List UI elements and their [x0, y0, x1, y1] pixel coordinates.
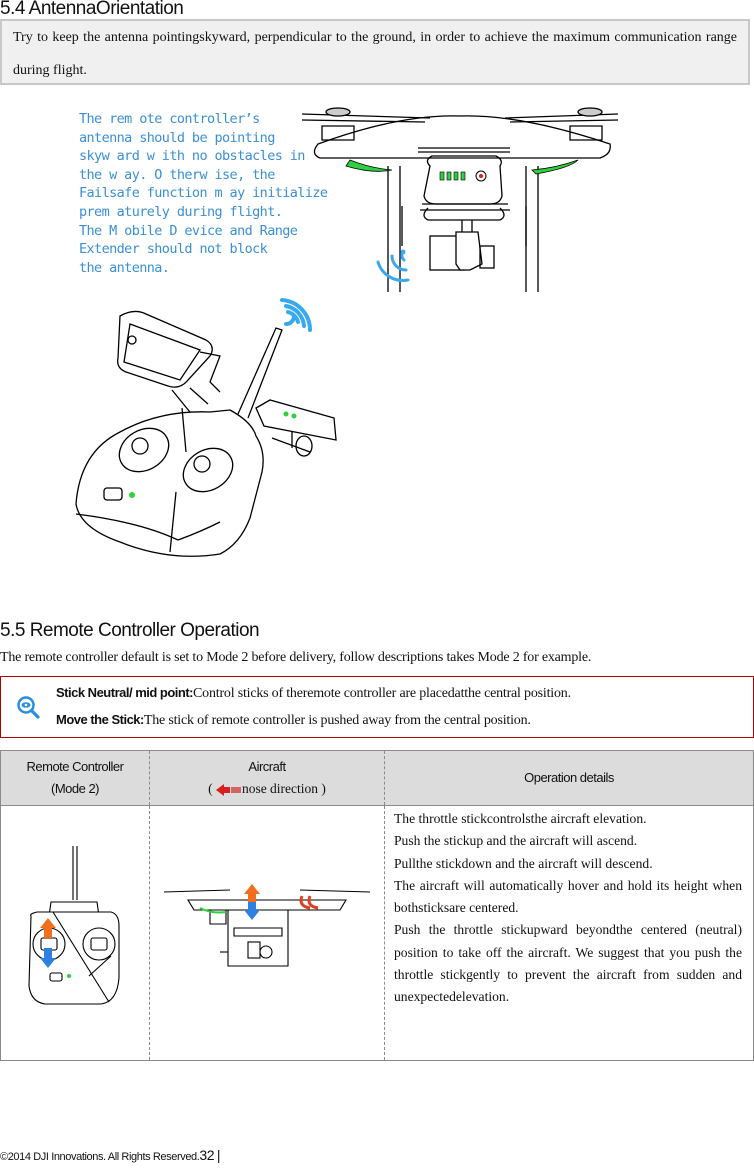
detail-line: The throttle stickcontrolsthe aircraft e…	[394, 811, 647, 826]
detail-line: Pullthe stickdown and the aircraft will …	[394, 855, 653, 871]
section-heading-antenna-orientation: 5.4 AntennaOrientation	[0, 0, 184, 19]
caption-line: antenna should be pointing	[79, 129, 275, 146]
controller-illustration-cell	[0, 805, 150, 1061]
tip-stick-neutral: Stick Neutral/ mid point:Control sticks …	[56, 685, 571, 702]
arrow-up-icon	[244, 884, 260, 902]
header-text: Remote Controller	[26, 759, 125, 774]
header-text: nose direction )	[241, 781, 326, 796]
tip-term: Stick Neutral/ mid point:	[56, 685, 194, 700]
aircraft-illustration-cell	[149, 805, 385, 1061]
signal-waves-icon	[280, 298, 313, 332]
tip-box: Stick Neutral/ mid point:Control sticks …	[0, 676, 754, 738]
tip-text: Control sticks of theremote controller a…	[193, 686, 571, 701]
header-text: Aircraft	[248, 759, 286, 774]
tip-move-stick: Move the Stick:The stick of remote contr…	[56, 712, 531, 729]
header-operation-details: Operation details	[384, 750, 754, 806]
caption-line: Extender should not block	[79, 241, 268, 258]
note-box: Try to keep the antenna pointingskyward,…	[0, 19, 750, 85]
controller-throttle-illustration	[28, 846, 120, 1005]
antenna-caption: The rem ote controller’s antenna should …	[79, 110, 328, 277]
caption-line: skyw ard w ith no obstacles in	[79, 148, 305, 165]
header-aircraft: Aircraft ( nose direction )	[149, 750, 385, 806]
caption-line: The M obile D evice and Range	[79, 222, 298, 239]
footer-separator: |	[216, 1147, 221, 1163]
section-heading-remote-controller-operation: 5.5 Remote Controller Operation	[0, 620, 260, 641]
nose-direction-arrow-icon	[215, 783, 241, 796]
note-text: Try to keep the antenna pointingskyward,…	[13, 30, 737, 78]
caption-line: The rem ote controller’s	[79, 111, 260, 127]
drone-illustration	[301, 107, 619, 292]
detail-line: The aircraft will automatically hover an…	[394, 877, 742, 916]
header-text: (Mode 2)	[50, 781, 100, 796]
magnifier-eye-icon	[17, 696, 40, 719]
aircraft-ascend-descend-illustration	[163, 884, 371, 967]
operation-table: Remote Controller (Mode 2) Aircraft ( no…	[0, 750, 754, 1061]
page-footer: ©2014 DJI Innovations. All Rights Reserv…	[0, 1147, 221, 1163]
header-remote-controller: Remote Controller (Mode 2)	[0, 750, 150, 806]
operation-details-cell: The throttle stickcontrolsthe aircraft e…	[385, 806, 754, 1061]
tip-term: Move the Stick:	[56, 712, 144, 727]
intro-text: The remote controller default is set to …	[0, 650, 592, 665]
signal-waves-icon	[376, 252, 410, 282]
page-number: 32	[199, 1147, 215, 1163]
remote-controller-illustration	[75, 298, 337, 557]
caption-line: Failsafe function m ay initialize	[79, 185, 328, 202]
tip-text: The stick of remote controller is pushed…	[143, 713, 531, 728]
table-row: The throttle stickcontrolsthe aircraft e…	[0, 805, 754, 1061]
detail-line: Push the throttle stickupward beyondthe …	[394, 922, 742, 1005]
header-paren: (	[208, 781, 213, 796]
caption-line: the w ay. O therw ise, the	[79, 166, 275, 183]
detail-line: Push the stickup and the aircraft will a…	[394, 833, 638, 849]
copyright-text: ©2014 DJI Innovations. All Rights Reserv…	[0, 1151, 200, 1163]
caption-line: the antenna.	[79, 259, 170, 276]
caption-line: prem aturely during flight.	[79, 203, 283, 220]
header-nose-direction: ( nose direction )	[150, 778, 384, 800]
table-header-row: Remote Controller (Mode 2) Aircraft ( no…	[0, 750, 754, 806]
